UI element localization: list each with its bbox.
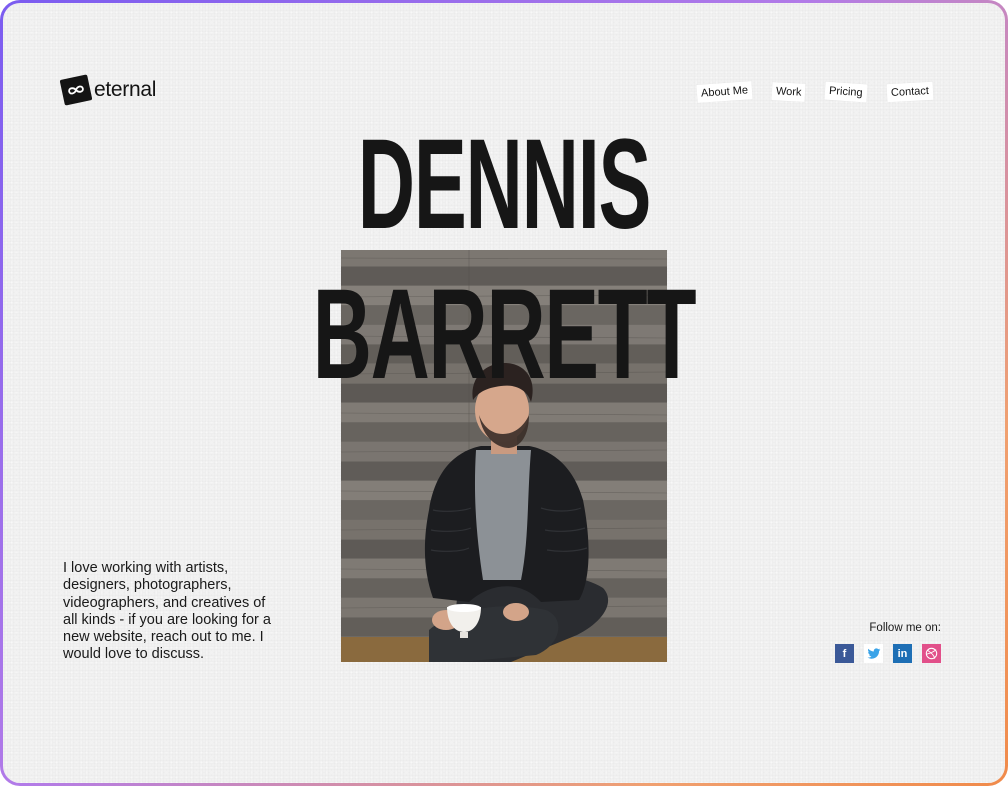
- infinity-icon: [59, 74, 93, 106]
- nav-contact[interactable]: Contact: [886, 81, 934, 103]
- bio-text: I love working with artists, designers, …: [63, 560, 271, 663]
- nav-about-me[interactable]: About Me: [696, 81, 753, 103]
- nav-pricing[interactable]: Pricing: [824, 81, 868, 103]
- window-frame: eternal About Me Work Pricing Contact DE…: [0, 0, 1008, 786]
- brand-logo[interactable]: eternal: [59, 74, 157, 106]
- facebook-icon[interactable]: f: [835, 644, 854, 663]
- linkedin-icon[interactable]: in: [893, 644, 912, 663]
- brand-name: eternal: [94, 78, 157, 101]
- twitter-icon[interactable]: [864, 644, 883, 663]
- landing-page: eternal About Me Work Pricing Contact DE…: [3, 3, 1005, 783]
- social-links: f in: [835, 644, 941, 663]
- main-nav: About Me Work Pricing Contact: [696, 81, 934, 103]
- dribbble-icon[interactable]: [922, 644, 941, 663]
- nav-work[interactable]: Work: [771, 82, 806, 102]
- follow-label: Follow me on:: [869, 622, 941, 634]
- hero-first-name: DENNIS: [357, 113, 652, 256]
- hero-last-name: BARRETT: [312, 263, 697, 406]
